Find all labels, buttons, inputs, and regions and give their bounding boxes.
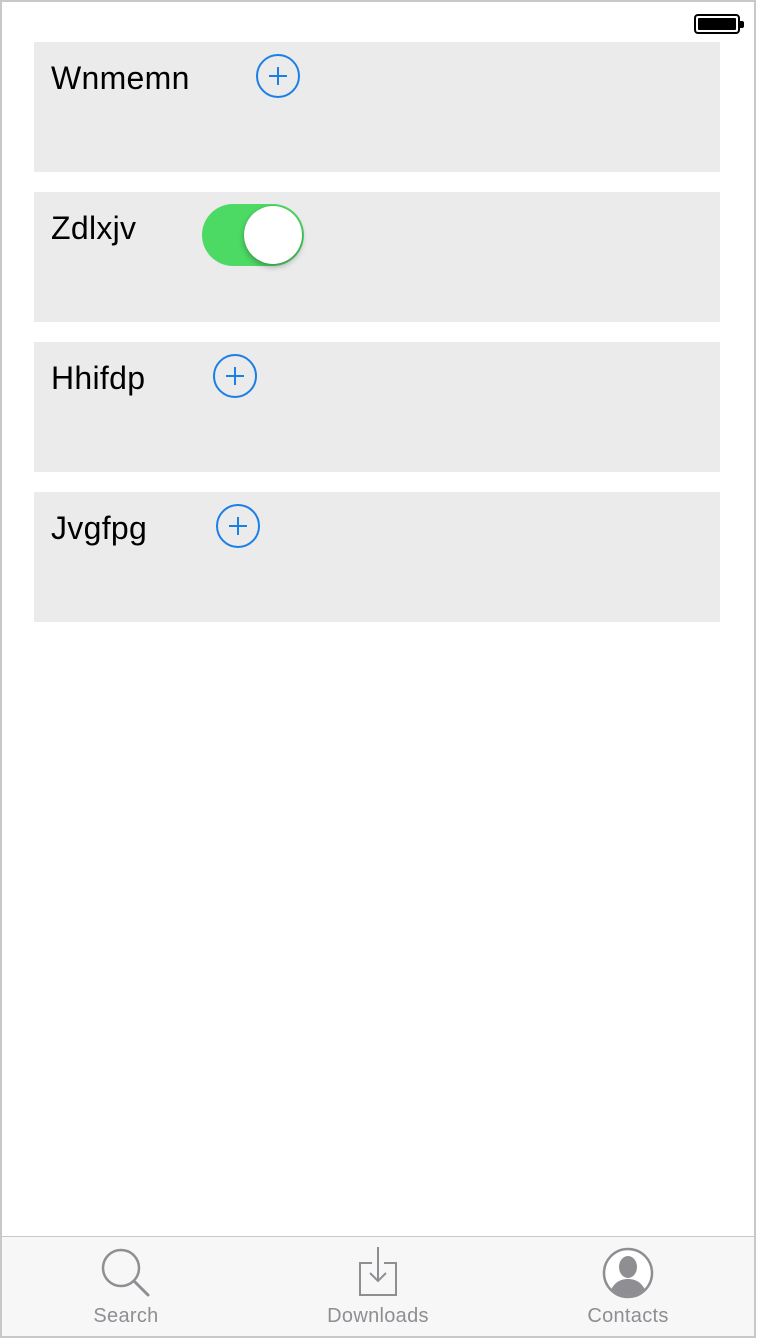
tab-search[interactable]: Search	[26, 1237, 226, 1336]
row-label: Wnmemn	[51, 60, 190, 96]
plus-icon	[229, 517, 247, 535]
battery-full-icon	[694, 14, 744, 34]
add-button[interactable]	[213, 354, 257, 398]
list-item: Zdlxjv	[34, 192, 720, 322]
tab-downloads[interactable]: Downloads	[278, 1237, 478, 1336]
tab-label: Contacts	[587, 1305, 669, 1327]
download-icon	[359, 1247, 397, 1296]
row-label: Jvgfpg	[51, 510, 148, 546]
toggle-switch[interactable]	[202, 204, 304, 266]
app-screen: Wnmemn Zdlxjv Hhifdp Jvgfpg Search Downl…	[0, 0, 756, 1338]
tab-bar: Search Downloads Contacts	[2, 1236, 754, 1336]
tab-label: Downloads	[327, 1305, 429, 1327]
toggle-knob	[244, 206, 302, 264]
plus-icon	[226, 367, 244, 385]
status-bar	[2, 2, 754, 42]
tab-contacts[interactable]: Contacts	[528, 1237, 728, 1336]
row-label: Hhifdp	[51, 360, 146, 396]
plus-icon	[269, 67, 287, 85]
add-button[interactable]	[256, 54, 300, 98]
tab-label: Search	[93, 1305, 159, 1327]
search-icon	[101, 1248, 150, 1297]
row-label: Zdlxjv	[51, 210, 137, 246]
contact-icon	[602, 1247, 654, 1299]
list-item: Wnmemn	[34, 42, 720, 172]
list-item: Hhifdp	[34, 342, 720, 472]
list-item: Jvgfpg	[34, 492, 720, 622]
add-button[interactable]	[216, 504, 260, 548]
